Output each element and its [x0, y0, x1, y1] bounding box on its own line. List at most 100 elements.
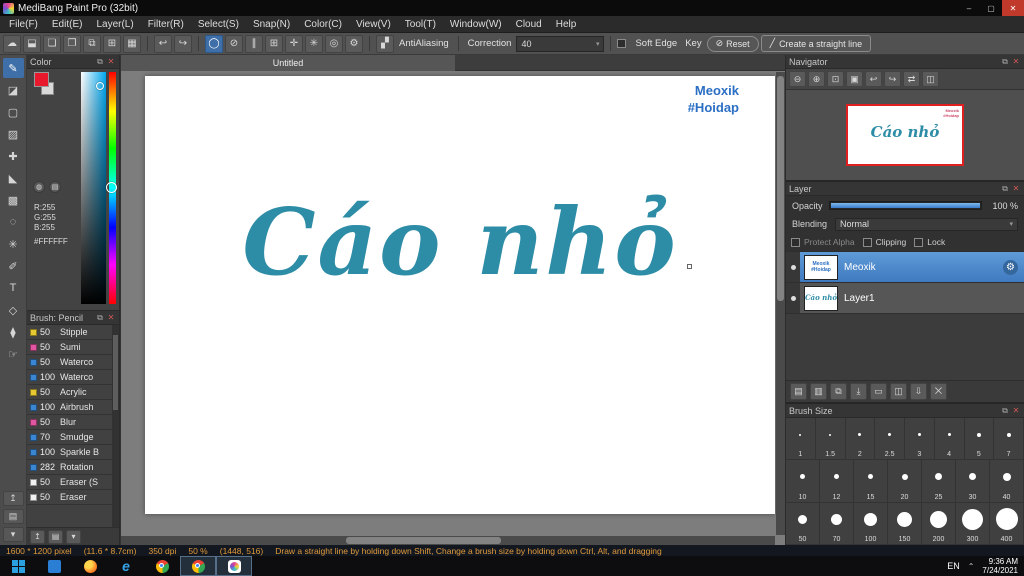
mail-icon[interactable] [36, 556, 72, 576]
lasso-select-tool[interactable]: ◌ [3, 212, 24, 232]
brush-item[interactable]: 50 Blur [27, 415, 112, 430]
correction-select[interactable]: 40 ▾ [516, 35, 605, 52]
brush-item[interactable]: 50 Eraser [27, 490, 112, 505]
vertical-scroll-thumb[interactable] [777, 76, 784, 301]
snap-cross-icon[interactable]: ✛ [285, 34, 303, 53]
brush-size-option[interactable]: 4 [935, 418, 965, 460]
horizontal-scroll-thumb[interactable] [346, 537, 501, 544]
rotate-right-icon[interactable]: ↪ [884, 71, 901, 87]
grid-icon[interactable]: ⊞ [103, 34, 121, 53]
firefox-icon[interactable] [72, 556, 108, 576]
brush-size-option[interactable]: 1.5 [816, 418, 846, 460]
brush-size-option[interactable]: 400 [990, 502, 1024, 544]
snap-off-icon[interactable]: ⊘ [225, 34, 243, 53]
brush-item[interactable]: 50 Acrylic [27, 385, 112, 400]
gradient-tool[interactable]: ▩ [3, 190, 24, 210]
brush-size-option[interactable]: 70 [820, 502, 854, 544]
brush-size-option[interactable]: 1 [786, 418, 816, 460]
clipping-icon[interactable]: ◫ [890, 383, 907, 400]
brush-size-option[interactable]: 100 [854, 502, 888, 544]
antialiasing-icon[interactable]: ▞ [376, 34, 394, 53]
brush-up-icon[interactable]: ↥ [30, 529, 45, 544]
brush-size-option[interactable]: 2.5 [875, 418, 905, 460]
hue-cursor[interactable] [106, 182, 117, 193]
zoom-out-icon[interactable]: ⊖ [789, 71, 806, 87]
drawing-canvas[interactable]: Meoxik #Hoidap Cáo nhỏ [145, 76, 775, 514]
brush-item[interactable]: 70 Smudge [27, 430, 112, 445]
snap-settings-icon[interactable]: ⚙ [345, 34, 363, 53]
close-icon[interactable]: ✕ [1011, 184, 1021, 193]
close-icon[interactable]: ✕ [1011, 57, 1021, 66]
sv-cursor[interactable] [96, 82, 104, 90]
collapse-panel-icon[interactable]: ↥ [2, 491, 24, 506]
brush-size-option[interactable]: 50 [786, 502, 820, 544]
menu-select[interactable]: Select(S) [191, 16, 246, 32]
strip-menu-icon[interactable]: ▾ [2, 527, 24, 542]
zoom-in-icon[interactable]: ⊕ [808, 71, 825, 87]
brush-size-option[interactable]: 150 [888, 502, 922, 544]
color-wheel-icon[interactable]: ◍ [33, 181, 45, 193]
opacity-slider[interactable] [828, 201, 982, 210]
undo-icon[interactable]: ↩ [154, 34, 172, 53]
menu-tool[interactable]: Tool(T) [398, 16, 443, 32]
brush-size-option[interactable]: 30 [956, 460, 990, 502]
delete-layer-icon[interactable]: ⨉ [930, 383, 947, 400]
menu-color[interactable]: Color(C) [297, 16, 349, 32]
brush-item[interactable]: 50 Waterco [27, 355, 112, 370]
saturation-value-square[interactable] [81, 72, 106, 304]
palette-icon[interactable]: ▤ [49, 181, 61, 193]
popout-icon[interactable]: ⧉ [1000, 406, 1010, 416]
start-button[interactable] [0, 556, 36, 576]
shape-tool[interactable]: ◇ [3, 300, 24, 320]
close-icon[interactable]: ✕ [106, 313, 116, 322]
popout-icon[interactable]: ⧉ [1000, 57, 1010, 67]
bucket-fill-tool[interactable]: ◣ [3, 168, 24, 188]
vertical-scrollbar[interactable] [776, 72, 785, 535]
brush-item[interactable]: 100 Sparkle B [27, 445, 112, 460]
taskbar-clock[interactable]: 9:36 AM 7/24/2021 [982, 557, 1018, 575]
palette-icon[interactable]: ▤ [2, 509, 24, 524]
reset-button[interactable]: ⊘ Reset [706, 35, 759, 52]
chrome-window-icon[interactable] [180, 556, 216, 576]
menu-filter[interactable]: Filter(R) [141, 16, 191, 32]
new-folder-icon[interactable]: ▥ [810, 383, 827, 400]
layer-row-meoxik[interactable]: Meoxik #Hoidap Meoxik ⚙ [786, 252, 1024, 283]
brush-size-option[interactable]: 20 [888, 460, 922, 502]
popout-icon[interactable]: ⧉ [95, 57, 105, 67]
text-tool[interactable]: T [3, 278, 24, 298]
merge-layer-icon[interactable]: ⇩ [910, 383, 927, 400]
protect-alpha-checkbox[interactable] [791, 237, 800, 247]
actual-size-icon[interactable]: ▣ [846, 71, 863, 87]
fit-window-icon[interactable]: ⊡ [827, 71, 844, 87]
brush-size-option[interactable]: 200 [922, 502, 956, 544]
medibang-window-icon[interactable] [216, 556, 252, 576]
layer-visibility-dot[interactable] [786, 252, 800, 282]
menu-cloud[interactable]: Cloud [509, 16, 549, 32]
edge-icon[interactable]: e [108, 556, 144, 576]
clipping-checkbox[interactable] [862, 237, 872, 247]
brush-size-option[interactable]: 10 [786, 460, 820, 502]
menu-snap[interactable]: Snap(N) [246, 16, 297, 32]
eyedropper-tool[interactable]: ⧫ [3, 322, 24, 342]
chat-icon[interactable]: ❐ [63, 34, 81, 53]
language-indicator[interactable]: EN [947, 561, 960, 571]
menu-layer[interactable]: Layer(L) [89, 16, 140, 32]
menu-window[interactable]: Window(W) [443, 16, 509, 32]
save-icon[interactable]: ⬓ [23, 34, 41, 53]
navigator-thumbnail[interactable]: Meoxik #Hoidap Cáo nhỏ [846, 104, 964, 166]
horizontal-scrollbar[interactable] [121, 536, 775, 545]
popout-icon[interactable]: ⧉ [1000, 184, 1010, 194]
brush-size-option[interactable]: 40 [990, 460, 1024, 502]
brush-size-option[interactable]: 5 [965, 418, 995, 460]
menu-view[interactable]: View(V) [349, 16, 398, 32]
stamp-tool[interactable]: ▨ [3, 124, 24, 144]
brush-menu-icon[interactable]: ▾ [66, 529, 81, 544]
brush-size-option[interactable]: 12 [820, 460, 854, 502]
layer-settings-gear-icon[interactable]: ⚙ [1003, 259, 1018, 275]
snap-radial-icon[interactable]: ✳ [305, 34, 323, 53]
close-icon[interactable]: ✕ [106, 57, 116, 66]
create-straight-line-button[interactable]: ╱ Create a straight line [760, 35, 872, 52]
close-icon[interactable]: ✕ [1002, 0, 1024, 16]
redo-icon[interactable]: ↪ [174, 34, 192, 53]
menu-file[interactable]: File(F) [2, 16, 45, 32]
